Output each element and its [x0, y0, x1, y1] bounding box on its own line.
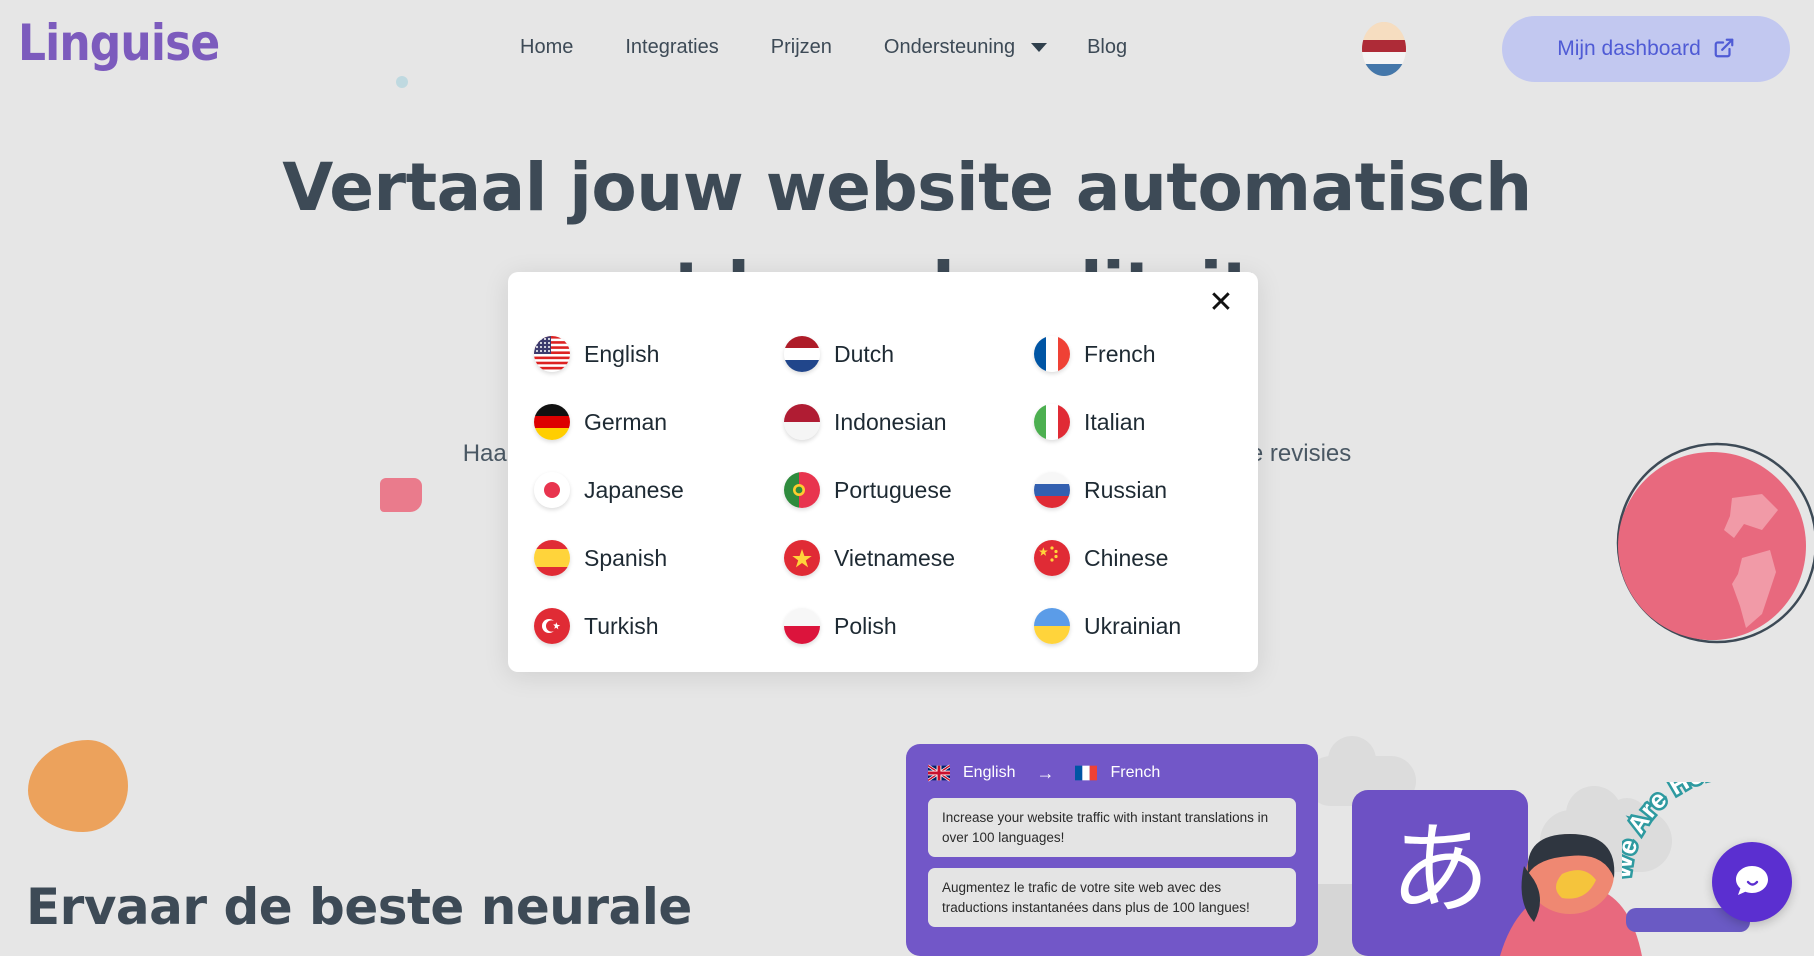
nav-label: Blog — [1087, 36, 1128, 58]
flag-jp-icon — [534, 472, 570, 508]
nav-item-prijzen[interactable]: Prijzen — [771, 30, 832, 65]
nav-item-integraties[interactable]: Integraties — [625, 30, 718, 65]
flag-id-icon — [784, 404, 820, 440]
external-link-icon — [1713, 37, 1735, 62]
language-option-label: German — [584, 408, 668, 435]
language-option-chinese[interactable]: Chinese — [1034, 524, 1284, 592]
language-option-ukrainian[interactable]: Ukrainian — [1034, 592, 1284, 660]
language-option-italian[interactable]: Italian — [1034, 388, 1284, 456]
language-option-label: Russian — [1084, 476, 1168, 503]
translation-language-pair: English → French — [928, 762, 1296, 784]
nav-label: Integraties — [625, 36, 719, 58]
nav-label: Prijzen — [770, 36, 832, 58]
language-option-turkish[interactable]: Turkish — [534, 592, 784, 660]
flag-es-icon — [534, 540, 570, 576]
globe-illustration — [1612, 438, 1814, 648]
hero-title-line-1: Vertaal jouw website automatisch — [282, 149, 1532, 226]
nav-item-blog[interactable]: Blog — [1087, 30, 1127, 65]
brand-logo[interactable]: Linguise — [18, 18, 220, 68]
dashboard-button-label: Mijn dashboard — [1557, 37, 1701, 60]
flag-band-blue — [1362, 64, 1406, 76]
language-option-label: English — [584, 340, 660, 367]
language-option-label: Ukrainian — [1084, 612, 1182, 639]
arrow-right-icon: → — [1036, 762, 1055, 783]
flag-ru-icon — [1034, 472, 1070, 508]
nav-item-ondersteuning[interactable]: Ondersteuning — [883, 30, 1048, 65]
main-navigation: Home Integraties Prijzen Ondersteuning B… — [520, 30, 1179, 65]
flag-band-skin — [1362, 22, 1406, 40]
flag-tr-icon — [534, 608, 570, 644]
language-option-indonesian[interactable]: Indonesian — [784, 388, 1034, 456]
decorative-blob-orange — [28, 740, 128, 832]
language-option-label: Spanish — [584, 544, 668, 571]
source-text-bubble: Increase your website traffic with insta… — [928, 798, 1296, 858]
language-option-vietnamese[interactable]: Vietnamese — [784, 524, 1034, 592]
flag-pl-icon — [784, 608, 820, 644]
section-heading: Ervaar de beste neurale — [26, 878, 692, 936]
chat-widget-button[interactable] — [1712, 842, 1792, 922]
language-option-label: Turkish — [584, 612, 659, 639]
flag-it-icon — [1034, 404, 1070, 440]
nav-item-home[interactable]: Home — [520, 30, 573, 65]
site-header: Linguise Home Integraties Prijzen Onders… — [0, 0, 1814, 98]
flag-cn-icon — [1034, 540, 1070, 576]
chevron-down-icon — [1031, 43, 1048, 52]
language-option-spanish[interactable]: Spanish — [534, 524, 784, 592]
language-option-label: French — [1084, 340, 1156, 367]
close-icon[interactable]: ✕ — [1204, 286, 1238, 320]
language-selector-modal: ✕ English Dutch French German Indonesian Ital… — [508, 272, 1258, 672]
language-option-russian[interactable]: Russian — [1034, 456, 1284, 524]
language-option-english[interactable]: English — [534, 320, 784, 388]
target-text-bubble: Augmentez le trafic de votre site web av… — [928, 868, 1296, 928]
dutch-flag-icon[interactable] — [1362, 22, 1406, 76]
target-language-label: French — [1110, 764, 1161, 781]
flag-gb-icon — [928, 762, 950, 784]
language-option-dutch[interactable]: Dutch — [784, 320, 1034, 388]
flag-fr-icon — [1075, 762, 1098, 784]
flag-fr-icon — [1034, 336, 1070, 372]
language-option-portuguese[interactable]: Portuguese — [784, 456, 1034, 524]
translation-demo-card: English → French Increase your website t… — [906, 744, 1318, 956]
decorative-blob-pink — [380, 478, 422, 512]
language-option-french[interactable]: French — [1034, 320, 1284, 388]
language-option-label: Vietnamese — [834, 544, 956, 571]
flag-nl-icon — [784, 336, 820, 372]
language-option-japanese[interactable]: Japanese — [534, 456, 784, 524]
flag-de-icon — [534, 404, 570, 440]
flag-band-red — [1362, 39, 1406, 53]
source-language-label: English — [963, 764, 1016, 781]
flag-ua-icon — [1034, 608, 1070, 644]
flag-vn-icon — [784, 540, 820, 576]
language-option-label: Japanese — [584, 476, 684, 503]
language-option-label: Dutch — [834, 340, 895, 367]
language-option-label: Chinese — [1084, 544, 1169, 571]
language-grid: English Dutch French German Indonesian Italia… — [508, 320, 1258, 660]
my-dashboard-button[interactable]: Mijn dashboard — [1502, 16, 1790, 82]
person-illustration — [1500, 830, 1750, 956]
chat-bubble-icon — [1732, 860, 1772, 905]
japanese-character: あ — [1390, 811, 1490, 928]
language-option-label: Portuguese — [834, 476, 952, 503]
language-option-german[interactable]: German — [534, 388, 784, 456]
language-option-label: Italian — [1084, 408, 1146, 435]
language-option-polish[interactable]: Polish — [784, 592, 1034, 660]
language-option-label: Polish — [834, 612, 897, 639]
nav-label: Home — [520, 36, 574, 58]
flag-us-icon — [534, 336, 570, 372]
nav-label: Ondersteuning — [883, 36, 1016, 58]
language-option-label: Indonesian — [834, 408, 947, 435]
flag-band-white — [1362, 52, 1406, 65]
flag-pt-icon — [784, 472, 820, 508]
